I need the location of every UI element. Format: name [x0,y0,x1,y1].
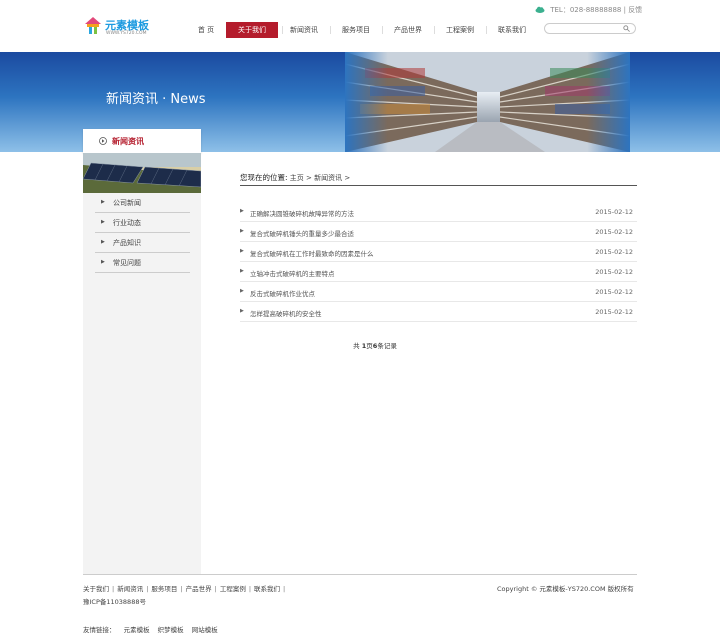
bullet-icon: ▶ [240,288,244,294]
list-item[interactable]: ▶ 复合式破碎机锤头的重量多少最合适 2015-02-12 [240,222,637,242]
logo-house-icon [85,17,101,34]
nav-news[interactable]: 新闻资讯 [284,22,324,38]
footer-link-contact[interactable]: 联系我们 [254,585,280,593]
nav-divider [330,26,331,34]
sidebar-item-label: 产品知识 [113,239,141,247]
news-date: 2015-02-12 [595,228,633,236]
search-box [544,23,636,34]
nav-home[interactable]: 首 页 [190,22,222,38]
footer-link-products[interactable]: 产品世界 [186,585,212,593]
footer-link-separator: | [180,585,183,593]
bullet-icon: ▶ [240,228,244,234]
banner-title: 新闻资讯 · News [106,92,206,107]
library-bookshelf-image [345,52,630,152]
footer-link-cases[interactable]: 工程案例 [220,585,246,593]
footer-link-separator: | [146,585,149,593]
tel-text: TEL：028-88888888 [550,6,622,14]
nav-about[interactable]: 关于我们 [226,22,278,38]
logo[interactable]: 元素模板 WWW.YS720.COM [84,14,164,40]
bullet-icon: ▶ [240,248,244,254]
cloud-icon [535,6,545,13]
search-icon[interactable] [623,25,630,32]
icp-number[interactable]: 豫ICP备11038888号 [83,596,146,606]
footer-link-separator: | [283,585,286,593]
sidebar-item-label: 公司新闻 [113,199,141,207]
pagination: 共 1页6条记录 [340,340,410,350]
nav-contact[interactable]: 联系我们 [492,22,532,38]
sidebar-item-label: 常见问题 [113,259,141,267]
bullet-icon: ▶ [240,208,244,214]
contact-bar: TEL：028-88888888 | 反馈 [535,5,642,15]
breadcrumb-label: 您现在的位置: [240,173,288,182]
copyright: Copyright © 元素模板-YS720.COM 版权所有 [497,585,634,593]
breadcrumb-separator: > [306,174,312,182]
news-title[interactable]: 正确解决圆锥破碎机故障异常的方法 [250,208,354,218]
sidebar-item-company-news[interactable]: ▶ 公司新闻 [95,193,190,213]
list-item[interactable]: ▶ 复合式破碎机在工作时最致命的因素是什么 2015-02-12 [240,242,637,262]
breadcrumb: 您现在的位置: 主页 > 新闻资讯 > [240,172,637,186]
feedback-link[interactable]: 反馈 [628,6,642,14]
nav-services[interactable]: 服务项目 [336,22,376,38]
news-title[interactable]: 复合式破碎机在工作时最致命的因素是什么 [250,248,374,258]
news-date: 2015-02-12 [595,268,633,276]
circle-arrow-icon [99,137,107,145]
sidebar-item-product-knowledge[interactable]: ▶ 产品知识 [95,233,190,253]
footer-link-separator: | [214,585,217,593]
breadcrumb-tail: > [344,174,351,182]
list-item[interactable]: ▶ 正确解决圆锥破碎机故障异常的方法 2015-02-12 [240,202,637,222]
sidebar-heading: 新闻资讯 [83,129,201,153]
breadcrumb-home[interactable]: 主页 [290,174,304,182]
solar-panels-image [83,153,201,193]
news-date: 2015-02-12 [595,208,633,216]
arrow-right-icon: ▶ [101,259,105,265]
news-title[interactable]: 怎样提高破碎机的安全性 [250,308,322,318]
nav-divider [486,26,487,34]
nav-divider [282,26,283,34]
list-item[interactable]: ▶ 立轴冲击式破碎机的主要特点 2015-02-12 [240,262,637,282]
news-title[interactable]: 复合式破碎机锤头的重量多少最合适 [250,228,354,238]
footer-link-about[interactable]: 关于我们 [83,585,109,593]
news-date: 2015-02-12 [595,288,633,296]
sidebar-item-faq[interactable]: ▶ 常见问题 [95,253,190,273]
footer-divider [83,574,637,575]
footer-link-services[interactable]: 服务项目 [151,585,177,593]
arrow-right-icon: ▶ [101,239,105,245]
sidebar-item-label: 行业动态 [113,219,141,227]
contact-separator: | [623,6,626,14]
news-date: 2015-02-12 [595,308,633,316]
pager-prefix: 共 [353,342,362,350]
pager-suffix: 条记录 [377,342,397,350]
arrow-right-icon: ▶ [101,219,105,225]
nav-products[interactable]: 产品世界 [388,22,428,38]
nav-divider [434,26,435,34]
nav-divider [382,26,383,34]
logo-subtitle: WWW.YS720.COM [106,31,147,36]
search-input[interactable] [550,24,626,34]
breadcrumb-current[interactable]: 新闻资讯 [314,174,342,182]
bullet-icon: ▶ [240,268,244,274]
footer-link-separator: | [248,585,252,593]
bullet-icon: ▶ [240,308,244,314]
sidebar: 新闻资讯 ▶ 公司新闻 ▶ 行业动态 ▶ 产品知识 ▶ 常见问题 [83,129,201,574]
news-title[interactable]: 立轴冲击式破碎机的主要特点 [250,268,335,278]
header: 元素模板 WWW.YS720.COM TEL：028-88888888 | 反馈… [0,0,720,52]
footer-link-news[interactable]: 新闻资讯 [117,585,143,593]
sidebar-heading-label: 新闻资讯 [112,137,144,146]
sidebar-item-industry[interactable]: ▶ 行业动态 [95,213,190,233]
arrow-right-icon: ▶ [101,199,105,205]
footer-link-separator: | [112,585,115,593]
footer-links: 关于我们 | 新闻资讯 | 服务项目 | 产品世界 | 工程案例 | 联系我们 | [83,583,288,593]
news-date: 2015-02-12 [595,248,633,256]
list-item[interactable]: ▶ 怎样提高破碎机的安全性 2015-02-12 [240,302,637,322]
news-title[interactable]: 反击式破碎机作业优点 [250,288,315,298]
nav-cases[interactable]: 工程案例 [440,22,480,38]
list-item[interactable]: ▶ 反击式破碎机作业优点 2015-02-12 [240,282,637,302]
